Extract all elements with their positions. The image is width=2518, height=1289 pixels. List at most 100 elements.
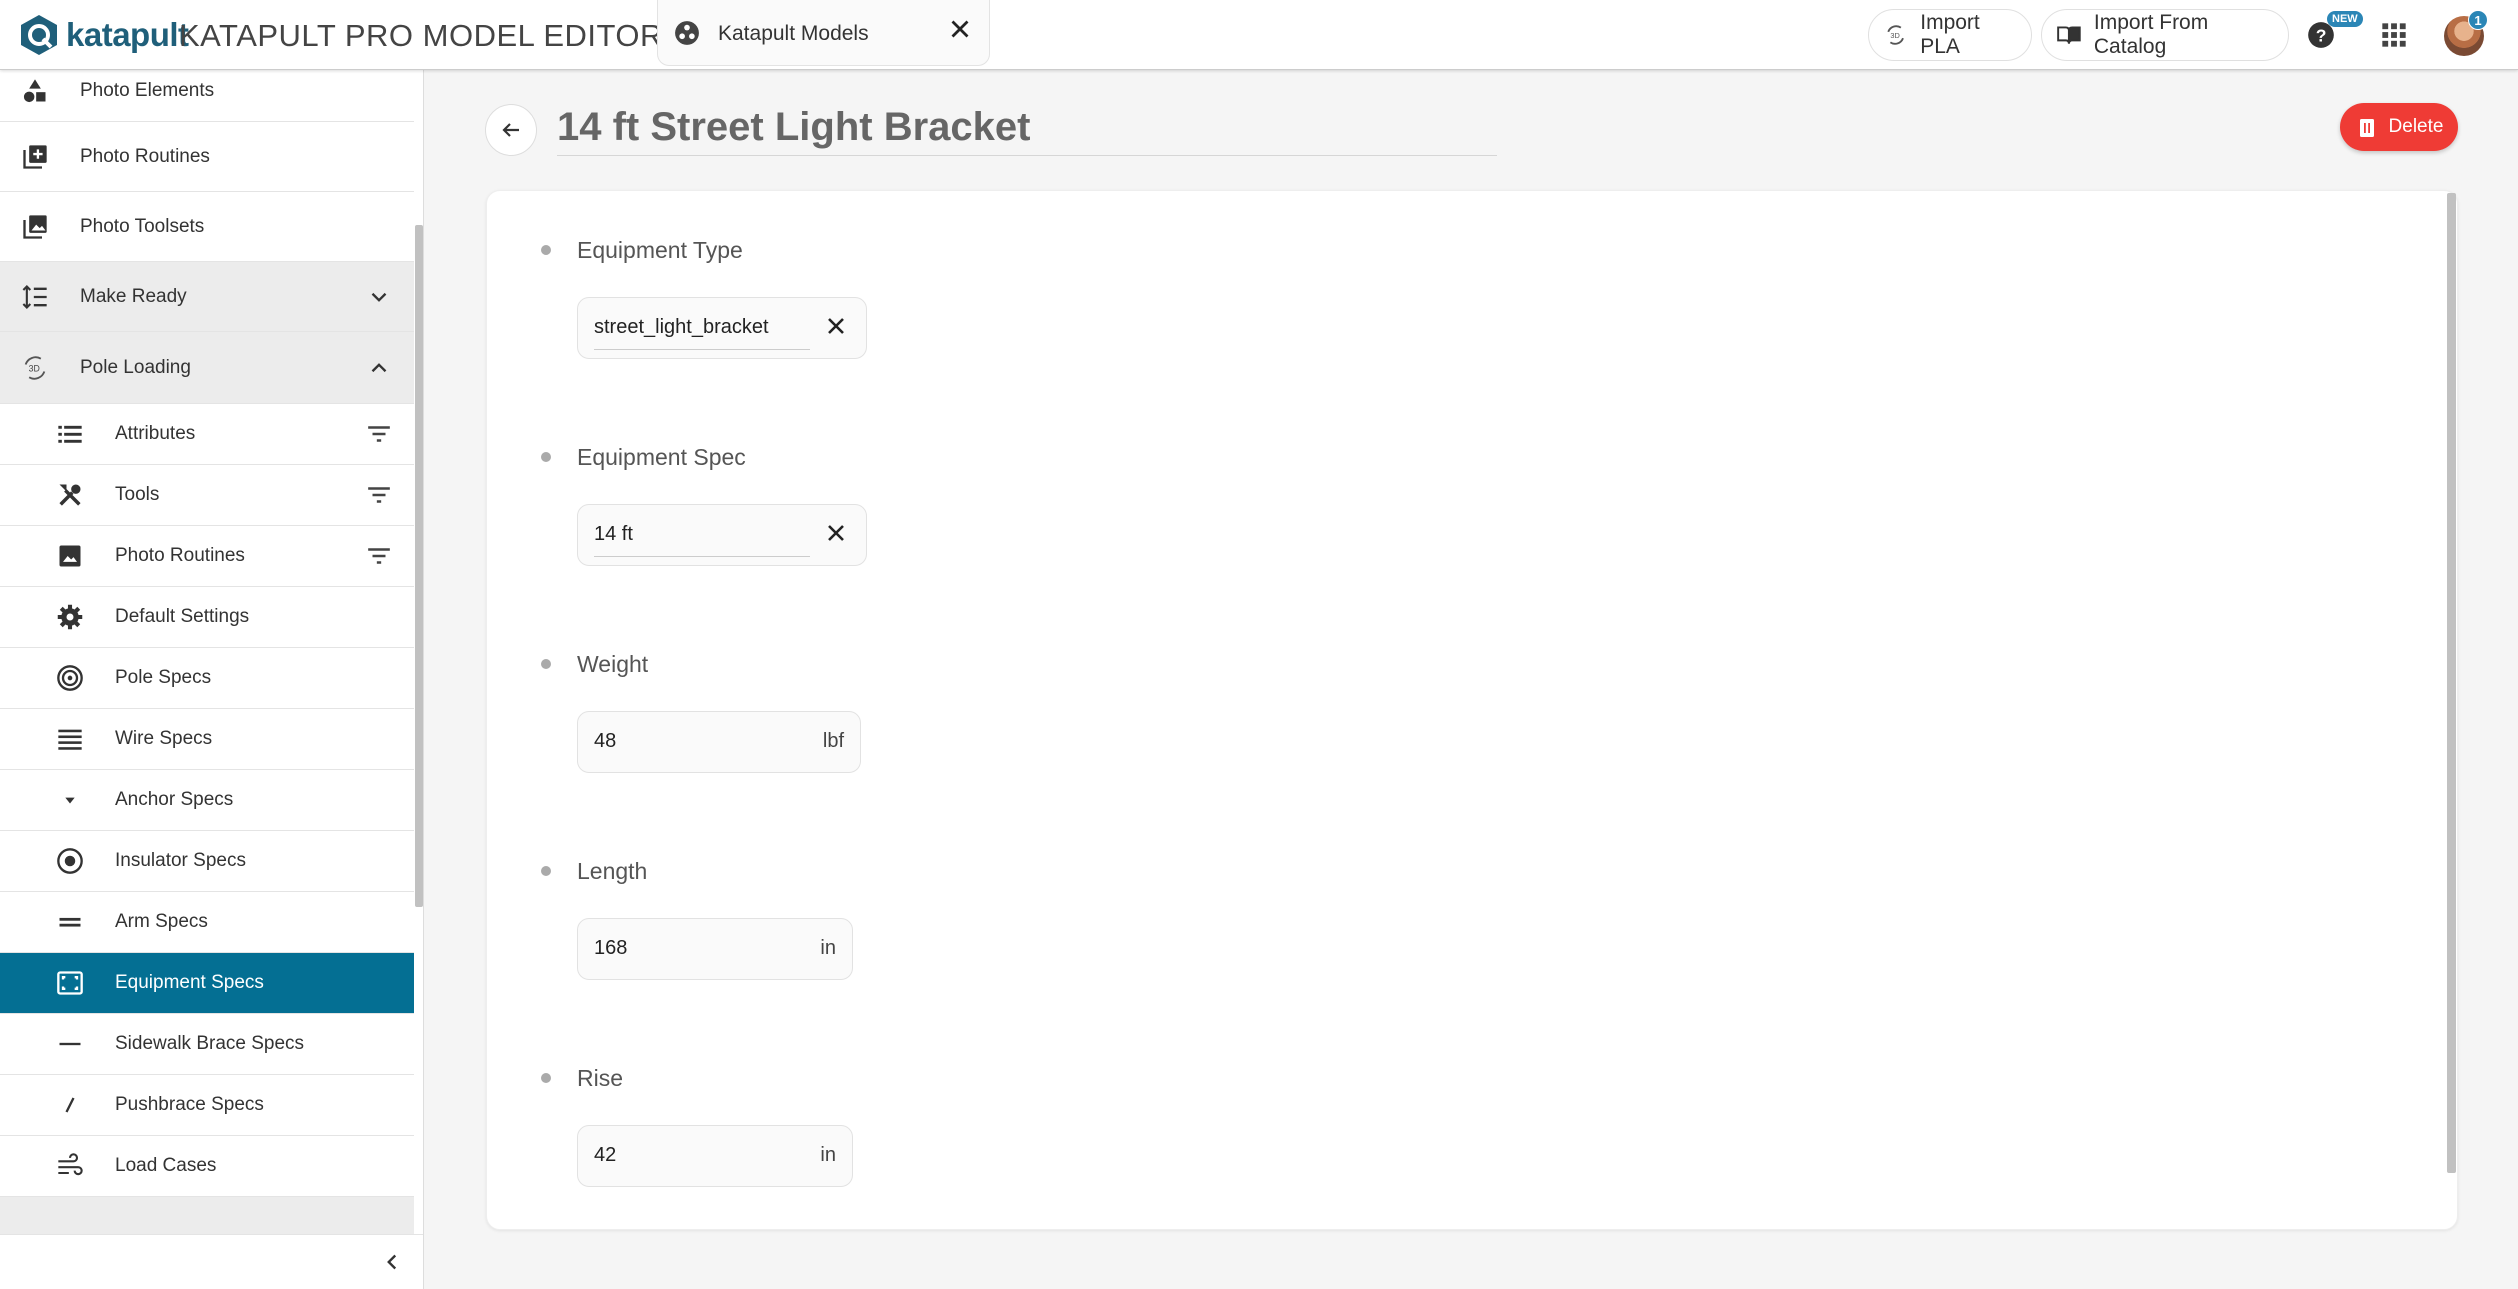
filter-icon[interactable] <box>366 421 392 447</box>
chevron-left-icon[interactable] <box>379 1249 405 1275</box>
svg-text:3D: 3D <box>1890 31 1899 40</box>
sidebar-item-photo-elements[interactable]: Photo Elements <box>0 70 414 122</box>
apps-grid-icon[interactable] <box>2380 21 2408 49</box>
length-input[interactable]: 168 in <box>577 918 853 980</box>
card-scrollbar[interactable] <box>2447 193 2456 1173</box>
trash-icon <box>2359 119 2374 137</box>
field-value: 42 <box>594 1144 617 1166</box>
sidebar-item-pole-specs[interactable]: Pole Specs <box>0 648 414 709</box>
3d-rotation-icon: 3D <box>1887 25 1904 45</box>
gear-icon <box>57 604 83 630</box>
sidebar-item-label: Pushbrace Specs <box>115 1094 264 1115</box>
field-unit: in <box>820 1144 836 1166</box>
import-catalog-button[interactable]: Import From Catalog <box>2041 9 2289 61</box>
field-unit: in <box>820 937 836 959</box>
sidebar-item-label: Equipment Specs <box>115 972 264 993</box>
photo-library-icon <box>23 214 47 239</box>
sidebar-item-photo-toolsets[interactable]: Photo Toolsets <box>0 192 414 262</box>
title-field[interactable]: 14 ft Street Light Bracket <box>557 98 1497 156</box>
sidebar-item-label: Pole Specs <box>115 667 212 688</box>
back-button[interactable] <box>485 104 537 156</box>
field-underline <box>594 349 810 350</box>
sidebar-group-next <box>0 1197 414 1237</box>
sidebar-item-label: Load Cases <box>115 1155 217 1176</box>
equipment-frame-icon <box>57 971 83 995</box>
filter-icon[interactable] <box>366 543 392 569</box>
sidebar-item-label: Make Ready <box>80 285 187 307</box>
sidebar-item-tools[interactable]: Tools <box>0 465 414 526</box>
sidebar-item-wire-specs[interactable]: Wire Specs <box>0 709 414 770</box>
field-equipment-spec: Equipment Spec 14 ft <box>487 398 1387 578</box>
sidebar-item-arm-specs[interactable]: Arm Specs <box>0 892 414 953</box>
list-icon <box>58 425 82 443</box>
weight-input[interactable]: 48 lbf <box>577 711 861 773</box>
equal-icon <box>59 917 81 927</box>
horizontal-dash-icon <box>59 1042 81 1046</box>
sidebar-item-label: Photo Routines <box>80 145 210 167</box>
sidebar-item-default-settings[interactable]: Default Settings <box>0 587 414 648</box>
sidebar-item-label: Arm Specs <box>115 911 208 932</box>
models-icon <box>675 21 699 45</box>
sidebar-item-label: Pole Loading <box>80 356 191 378</box>
sidebar-group-make-ready[interactable]: Make Ready <box>0 262 414 332</box>
clear-icon[interactable] <box>822 312 850 340</box>
sidebar-item-label: Wire Specs <box>115 728 213 749</box>
katapult-logo[interactable]: katapult <box>18 14 189 56</box>
katapult-logo-icon <box>21 15 57 55</box>
sidebar-item-label: Photo Routines <box>115 545 245 566</box>
filter-icon[interactable] <box>366 482 392 508</box>
radio-button-icon <box>57 848 83 874</box>
sidebar-footer <box>0 1234 423 1289</box>
library-add-icon <box>23 144 47 169</box>
app-title: KATAPULT PRO MODEL EDITOR <box>179 18 663 53</box>
arrow-drop-down-icon <box>65 797 75 804</box>
rise-input[interactable]: 42 in <box>577 1125 853 1187</box>
field-label: Equipment Type <box>577 237 743 263</box>
sidebar-item-photo-routines[interactable]: Photo Routines <box>0 122 414 192</box>
tools-icon <box>59 484 81 506</box>
bullet-dot <box>541 1073 551 1083</box>
3d-rotation-icon: 3D <box>24 355 46 380</box>
sidebar-item-photo-routines-sub[interactable]: Photo Routines <box>0 526 414 587</box>
sidebar-item-anchor-specs[interactable]: Anchor Specs <box>0 770 414 831</box>
clear-icon[interactable] <box>822 519 850 547</box>
field-label: Equipment Spec <box>577 444 746 470</box>
chevron-down-icon <box>371 292 387 302</box>
sidebar-group-pole-loading[interactable]: 3D Pole Loading <box>0 332 414 404</box>
sidebar-item-attributes[interactable]: Attributes <box>0 404 414 465</box>
sidebar: Photo Elements Photo Routines Photo Tool… <box>0 70 424 1289</box>
page-title[interactable]: 14 ft Street Light Bracket <box>557 98 1497 156</box>
app-header: katapult KATAPULT PRO MODEL EDITOR Katap… <box>0 0 2518 70</box>
field-label: Length <box>577 858 648 884</box>
logo-text: katapult <box>66 16 189 53</box>
pole-rings-icon <box>57 665 83 691</box>
sidebar-scrollbar[interactable] <box>415 225 423 907</box>
field-rise: Rise 42 in <box>487 1019 1387 1199</box>
equipment-type-select[interactable]: street_light_bracket <box>577 297 867 359</box>
chevron-up-icon <box>371 362 387 372</box>
sidebar-item-equipment-specs[interactable]: Equipment Specs <box>0 953 414 1014</box>
field-value: 48 <box>594 730 617 752</box>
import-pla-button[interactable]: 3D Import PLA <box>1868 9 2032 61</box>
sidebar-item-sidewalk-brace-specs[interactable]: Sidewalk Brace Specs <box>0 1014 414 1075</box>
field-weight: Weight 48 lbf <box>487 605 1387 785</box>
model-chip[interactable]: Katapult Models <box>657 0 990 66</box>
sidebar-item-pushbrace-specs[interactable]: Pushbrace Specs <box>0 1075 414 1136</box>
svg-text:?: ? <box>2316 25 2327 45</box>
sidebar-item-label: Tools <box>115 484 160 505</box>
new-badge: NEW <box>2327 11 2363 27</box>
format-line-spacing-icon <box>22 284 47 309</box>
equipment-spec-select[interactable]: 14 ft <box>577 504 867 566</box>
field-label: Rise <box>577 1065 624 1091</box>
sidebar-item-insulator-specs[interactable]: Insulator Specs <box>0 831 414 892</box>
sidebar-item-label: Photo Elements <box>80 80 215 101</box>
spec-card: Equipment Type street_light_bracket Equi… <box>486 190 2458 1230</box>
import-catalog-label: Import From Catalog <box>2093 11 2209 58</box>
field-unit: lbf <box>822 730 844 752</box>
close-icon[interactable] <box>945 14 975 44</box>
model-chip-label: Katapult Models <box>718 22 869 45</box>
sidebar-item-load-cases[interactable]: Load Cases <box>0 1136 414 1197</box>
field-length: Length 168 in <box>487 812 1387 992</box>
delete-button[interactable]: Delete <box>2340 103 2458 151</box>
field-value: 14 ft <box>594 523 633 545</box>
